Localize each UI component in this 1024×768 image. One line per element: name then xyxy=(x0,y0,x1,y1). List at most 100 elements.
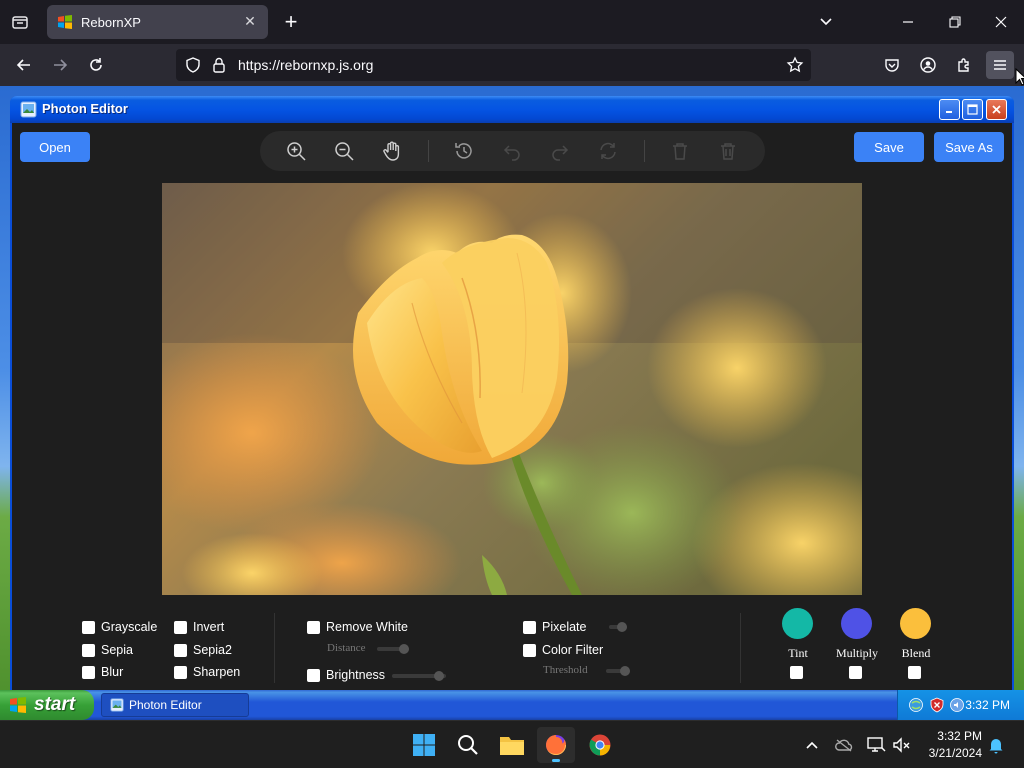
remove-white-checkbox[interactable]: Remove White xyxy=(307,620,408,634)
distance-slider[interactable] xyxy=(377,644,409,654)
mouse-cursor-icon xyxy=(1015,68,1024,86)
onedrive-icon[interactable] xyxy=(834,735,854,755)
save-button[interactable]: Save xyxy=(854,132,924,162)
slider-knob[interactable] xyxy=(620,666,630,676)
multiply-swatch[interactable] xyxy=(841,608,872,639)
redo-icon[interactable] xyxy=(548,139,572,163)
menu-hamburger-icon[interactable] xyxy=(986,51,1014,79)
taskbar-item-photon-editor[interactable]: Photon Editor xyxy=(101,693,249,717)
chrome-icon[interactable] xyxy=(581,727,619,763)
slider-knob[interactable] xyxy=(434,671,444,681)
forward-icon[interactable] xyxy=(46,51,74,79)
shield-icon[interactable] xyxy=(184,56,202,74)
tulip-photo xyxy=(162,183,862,595)
panel-divider xyxy=(740,613,741,683)
volume-muted-icon[interactable] xyxy=(892,735,912,755)
bookmark-star-icon[interactable] xyxy=(786,56,804,74)
color-filter-checkbox[interactable]: Color Filter xyxy=(523,643,603,657)
active-app-indicator xyxy=(552,759,560,762)
image-canvas[interactable] xyxy=(162,183,862,595)
blend-checkbox[interactable] xyxy=(908,666,921,679)
new-tab-icon[interactable]: + xyxy=(278,8,304,36)
windows-start-icon[interactable] xyxy=(405,727,443,763)
grayscale-checkbox[interactable]: Grayscale xyxy=(82,620,157,634)
pixelate-slider[interactable] xyxy=(609,622,627,632)
blur-checkbox[interactable]: Blur xyxy=(82,665,123,679)
reset-icon[interactable] xyxy=(596,139,620,163)
zoom-out-icon[interactable] xyxy=(332,139,356,163)
xp-minimize-icon[interactable] xyxy=(939,99,960,120)
show-hidden-icons-chevron-icon[interactable] xyxy=(802,735,822,755)
tint-swatch[interactable] xyxy=(782,608,813,639)
task-label: Photon Editor xyxy=(129,698,202,712)
extensions-icon[interactable] xyxy=(950,51,978,79)
checkbox-box[interactable] xyxy=(82,620,95,634)
blend-swatch[interactable] xyxy=(900,608,931,639)
close-tab-icon[interactable]: ✕ xyxy=(242,14,258,30)
pixelate-label: Pixelate xyxy=(542,620,587,634)
sepia2-checkbox[interactable]: Sepia2 xyxy=(174,643,232,657)
brightness-checkbox[interactable]: Brightness xyxy=(307,668,385,682)
undo-icon[interactable] xyxy=(500,139,524,163)
firefox-icon[interactable] xyxy=(537,727,575,763)
pixelate-checkbox[interactable]: Pixelate xyxy=(523,620,586,634)
photon-app-icon xyxy=(20,101,37,118)
system-clock[interactable]: 3:32 PM 3/21/2024 xyxy=(918,728,982,762)
pan-hand-icon[interactable] xyxy=(380,139,404,163)
checkbox-box[interactable] xyxy=(82,643,95,657)
search-icon[interactable] xyxy=(449,727,487,763)
multiply-checkbox[interactable] xyxy=(849,666,862,679)
clock-time: 3:32 PM xyxy=(937,729,982,743)
checkbox-box[interactable] xyxy=(174,665,187,679)
list-all-tabs-chevron-icon[interactable] xyxy=(811,8,841,36)
zoom-in-icon[interactable] xyxy=(284,139,308,163)
back-icon[interactable] xyxy=(10,51,38,79)
pocket-icon[interactable] xyxy=(878,51,906,79)
checkbox-box[interactable] xyxy=(174,620,187,634)
slider-knob[interactable] xyxy=(399,644,409,654)
xp-maximize-icon[interactable] xyxy=(962,99,983,120)
checkbox-box[interactable] xyxy=(523,643,536,657)
address-bar[interactable]: https://rebornxp.js.org xyxy=(176,49,811,81)
delete-icon[interactable] xyxy=(668,139,692,163)
tab-list-icon[interactable] xyxy=(6,8,34,36)
sepia-label: Sepia xyxy=(101,643,133,657)
lock-icon[interactable] xyxy=(210,56,228,74)
sharpen-checkbox[interactable]: Sharpen xyxy=(174,665,240,679)
network-globe-icon[interactable] xyxy=(908,697,924,713)
slider-knob[interactable] xyxy=(617,622,627,632)
open-button[interactable]: Open xyxy=(20,132,90,162)
checkbox-box[interactable] xyxy=(82,665,95,679)
checkbox-box[interactable] xyxy=(523,620,536,634)
brightness-label: Brightness xyxy=(326,668,386,682)
checkbox-box[interactable] xyxy=(307,668,320,682)
start-button[interactable]: start xyxy=(0,690,94,720)
restore-icon[interactable] xyxy=(940,8,970,36)
brightness-slider[interactable] xyxy=(392,671,446,681)
security-alert-icon[interactable] xyxy=(929,697,945,713)
start-label: start xyxy=(34,694,76,715)
checkbox-box[interactable] xyxy=(174,643,187,657)
checkbox-box[interactable] xyxy=(307,620,320,634)
tint-checkbox[interactable] xyxy=(790,666,803,679)
delete-all-icon[interactable] xyxy=(716,139,740,163)
browser-tab-rebornxp[interactable]: RebornXP ✕ xyxy=(47,5,268,39)
account-icon[interactable] xyxy=(914,51,942,79)
sepia-checkbox[interactable]: Sepia xyxy=(82,643,133,657)
window-title: Photon Editor xyxy=(42,101,128,116)
file-explorer-icon[interactable] xyxy=(493,727,531,763)
minimize-icon[interactable] xyxy=(893,8,923,36)
history-icon[interactable] xyxy=(452,139,476,163)
threshold-slider[interactable] xyxy=(606,666,630,676)
reload-icon[interactable] xyxy=(82,51,110,79)
xp-close-icon[interactable] xyxy=(986,99,1007,120)
invert-checkbox[interactable]: Invert xyxy=(174,620,224,634)
save-as-button[interactable]: Save As xyxy=(934,132,1004,162)
close-window-icon[interactable] xyxy=(986,8,1016,36)
notification-bell-icon[interactable] xyxy=(986,735,1006,755)
volume-icon[interactable] xyxy=(949,697,965,713)
threshold-label: Threshold xyxy=(543,664,588,676)
browser-navbar: https://rebornxp.js.org xyxy=(0,44,1024,86)
display-network-icon[interactable] xyxy=(866,735,886,755)
window-titlebar[interactable]: Photon Editor xyxy=(10,96,1014,123)
